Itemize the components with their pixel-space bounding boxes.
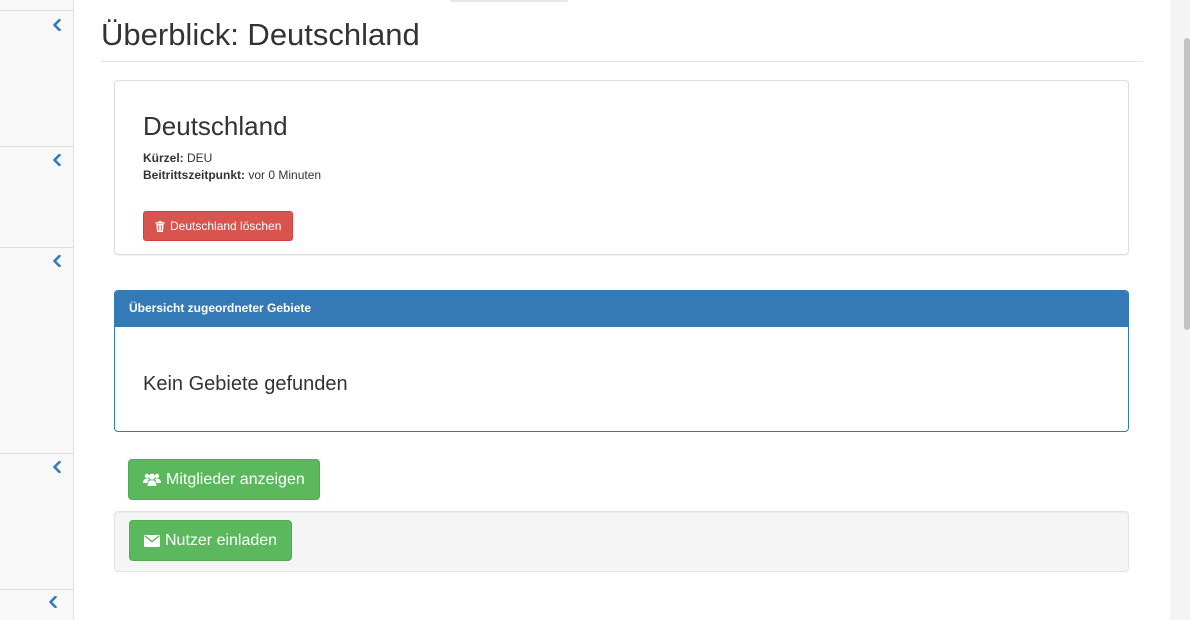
- sidebar-divider: [0, 453, 73, 454]
- users-icon: [143, 473, 161, 486]
- chevron-left-icon[interactable]: [50, 460, 64, 474]
- areas-panel: Übersicht zugeordneter Gebiete Kein Gebi…: [114, 290, 1129, 432]
- sidebar-divider: [0, 146, 73, 147]
- empty-areas-message: Kein Gebiete gefunden: [143, 373, 348, 395]
- top-tab-nub: [450, 0, 568, 2]
- sidebar-divider: [0, 589, 73, 590]
- envelope-icon: [144, 534, 160, 547]
- delete-country-label: Deutschland löschen: [170, 219, 282, 233]
- delete-country-button[interactable]: Deutschland löschen: [143, 211, 294, 241]
- invite-user-button[interactable]: Nutzer einladen: [129, 520, 293, 561]
- scrollbar-thumb[interactable]: [1184, 38, 1190, 330]
- chevron-left-icon[interactable]: [50, 254, 64, 268]
- country-code-label: Kürzel:: [143, 151, 184, 165]
- country-panel: Deutschland Kürzel: DEU Beitrittszeitpun…: [114, 80, 1129, 255]
- country-code-row: Kürzel: DEU: [143, 151, 212, 165]
- title-divider: [101, 61, 1143, 62]
- chevron-left-icon[interactable]: [50, 153, 64, 167]
- joined-label: Beitrittszeitpunkt:: [143, 168, 245, 182]
- trash-icon: [155, 220, 165, 232]
- show-members-button[interactable]: Mitglieder anzeigen: [128, 459, 320, 500]
- chevron-left-icon[interactable]: [50, 18, 64, 32]
- page-title: Überblick: Deutschland: [101, 17, 420, 52]
- show-members-label: Mitglieder anzeigen: [166, 470, 305, 488]
- sidebar-divider: [0, 10, 73, 11]
- joined-value: vor 0 Minuten: [248, 168, 322, 182]
- country-code-value: DEU: [187, 151, 213, 165]
- areas-panel-heading: Übersicht zugeordneter Gebiete: [115, 291, 1128, 327]
- country-name: Deutschland: [143, 111, 288, 141]
- invite-user-label: Nutzer einladen: [165, 531, 278, 549]
- sidebar: [0, 0, 74, 620]
- chevron-left-icon[interactable]: [46, 595, 60, 609]
- sidebar-divider: [0, 247, 73, 248]
- joined-row: Beitrittszeitpunkt: vor 0 Minuten: [143, 168, 321, 182]
